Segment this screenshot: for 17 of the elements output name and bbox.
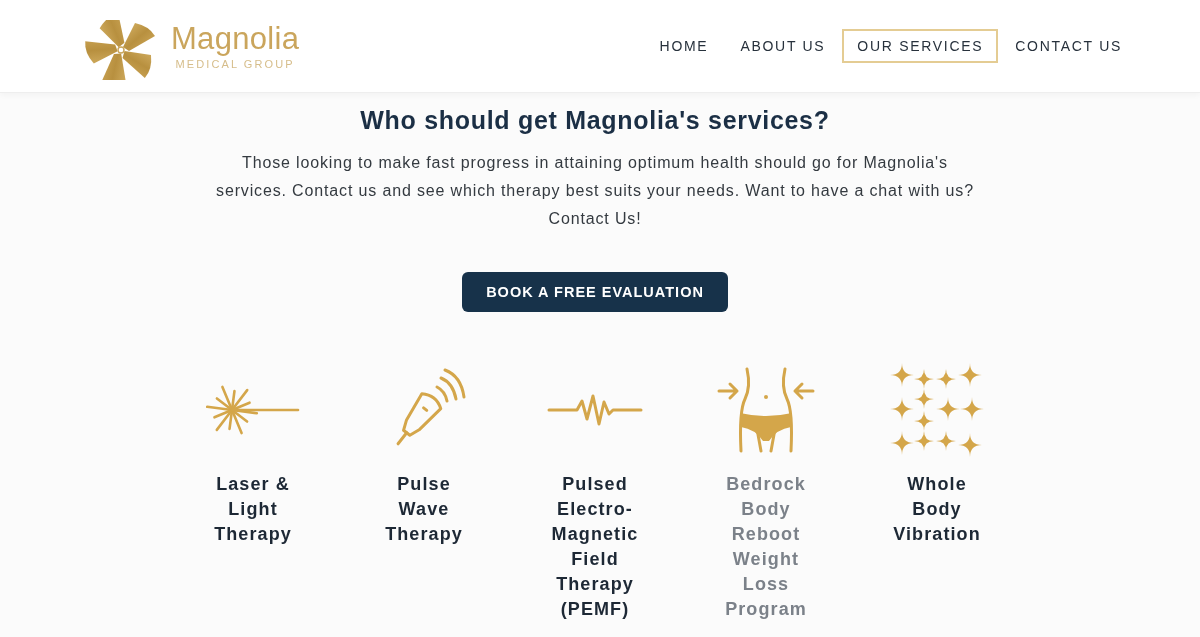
service-label[interactable]: Laser & Light Therapy [203, 472, 303, 547]
brand-tagline: MEDICAL GROUP [175, 57, 295, 72]
brand-name: Magnolia [171, 22, 300, 56]
nav-link[interactable]: HOME [644, 29, 724, 63]
intro-text: Those looking to make fast progress in attaining optimum health should go for Magnolia's services. Contact us and see which therapy best suits your needs. Want to have a chat with us? Contact Us! [215, 153, 975, 229]
laser-icon [206, 383, 300, 437]
service-label[interactable]: Pulse Wave Therapy [374, 472, 474, 547]
service-label[interactable]: Bedrock Body Reboot Weight Loss Program [716, 472, 816, 622]
service-label[interactable]: Whole Body Vibration [887, 472, 987, 547]
service-label[interactable]: Pulsed Electro-Magnetic Field Therapy (PEMF) [545, 472, 645, 622]
section-heading: Who should get Magnolia's services? [360, 105, 830, 135]
nav-link[interactable]: OUR SERVICES [842, 29, 999, 63]
book-evaluation-button[interactable]: BOOK A FREE EVALUATION [462, 272, 728, 312]
nav-link[interactable]: CONTACT US [1000, 29, 1137, 63]
waist-icon [717, 367, 815, 453]
pulse-wave-icon [547, 393, 643, 427]
nav-link[interactable]: ABOUT US [725, 29, 841, 63]
